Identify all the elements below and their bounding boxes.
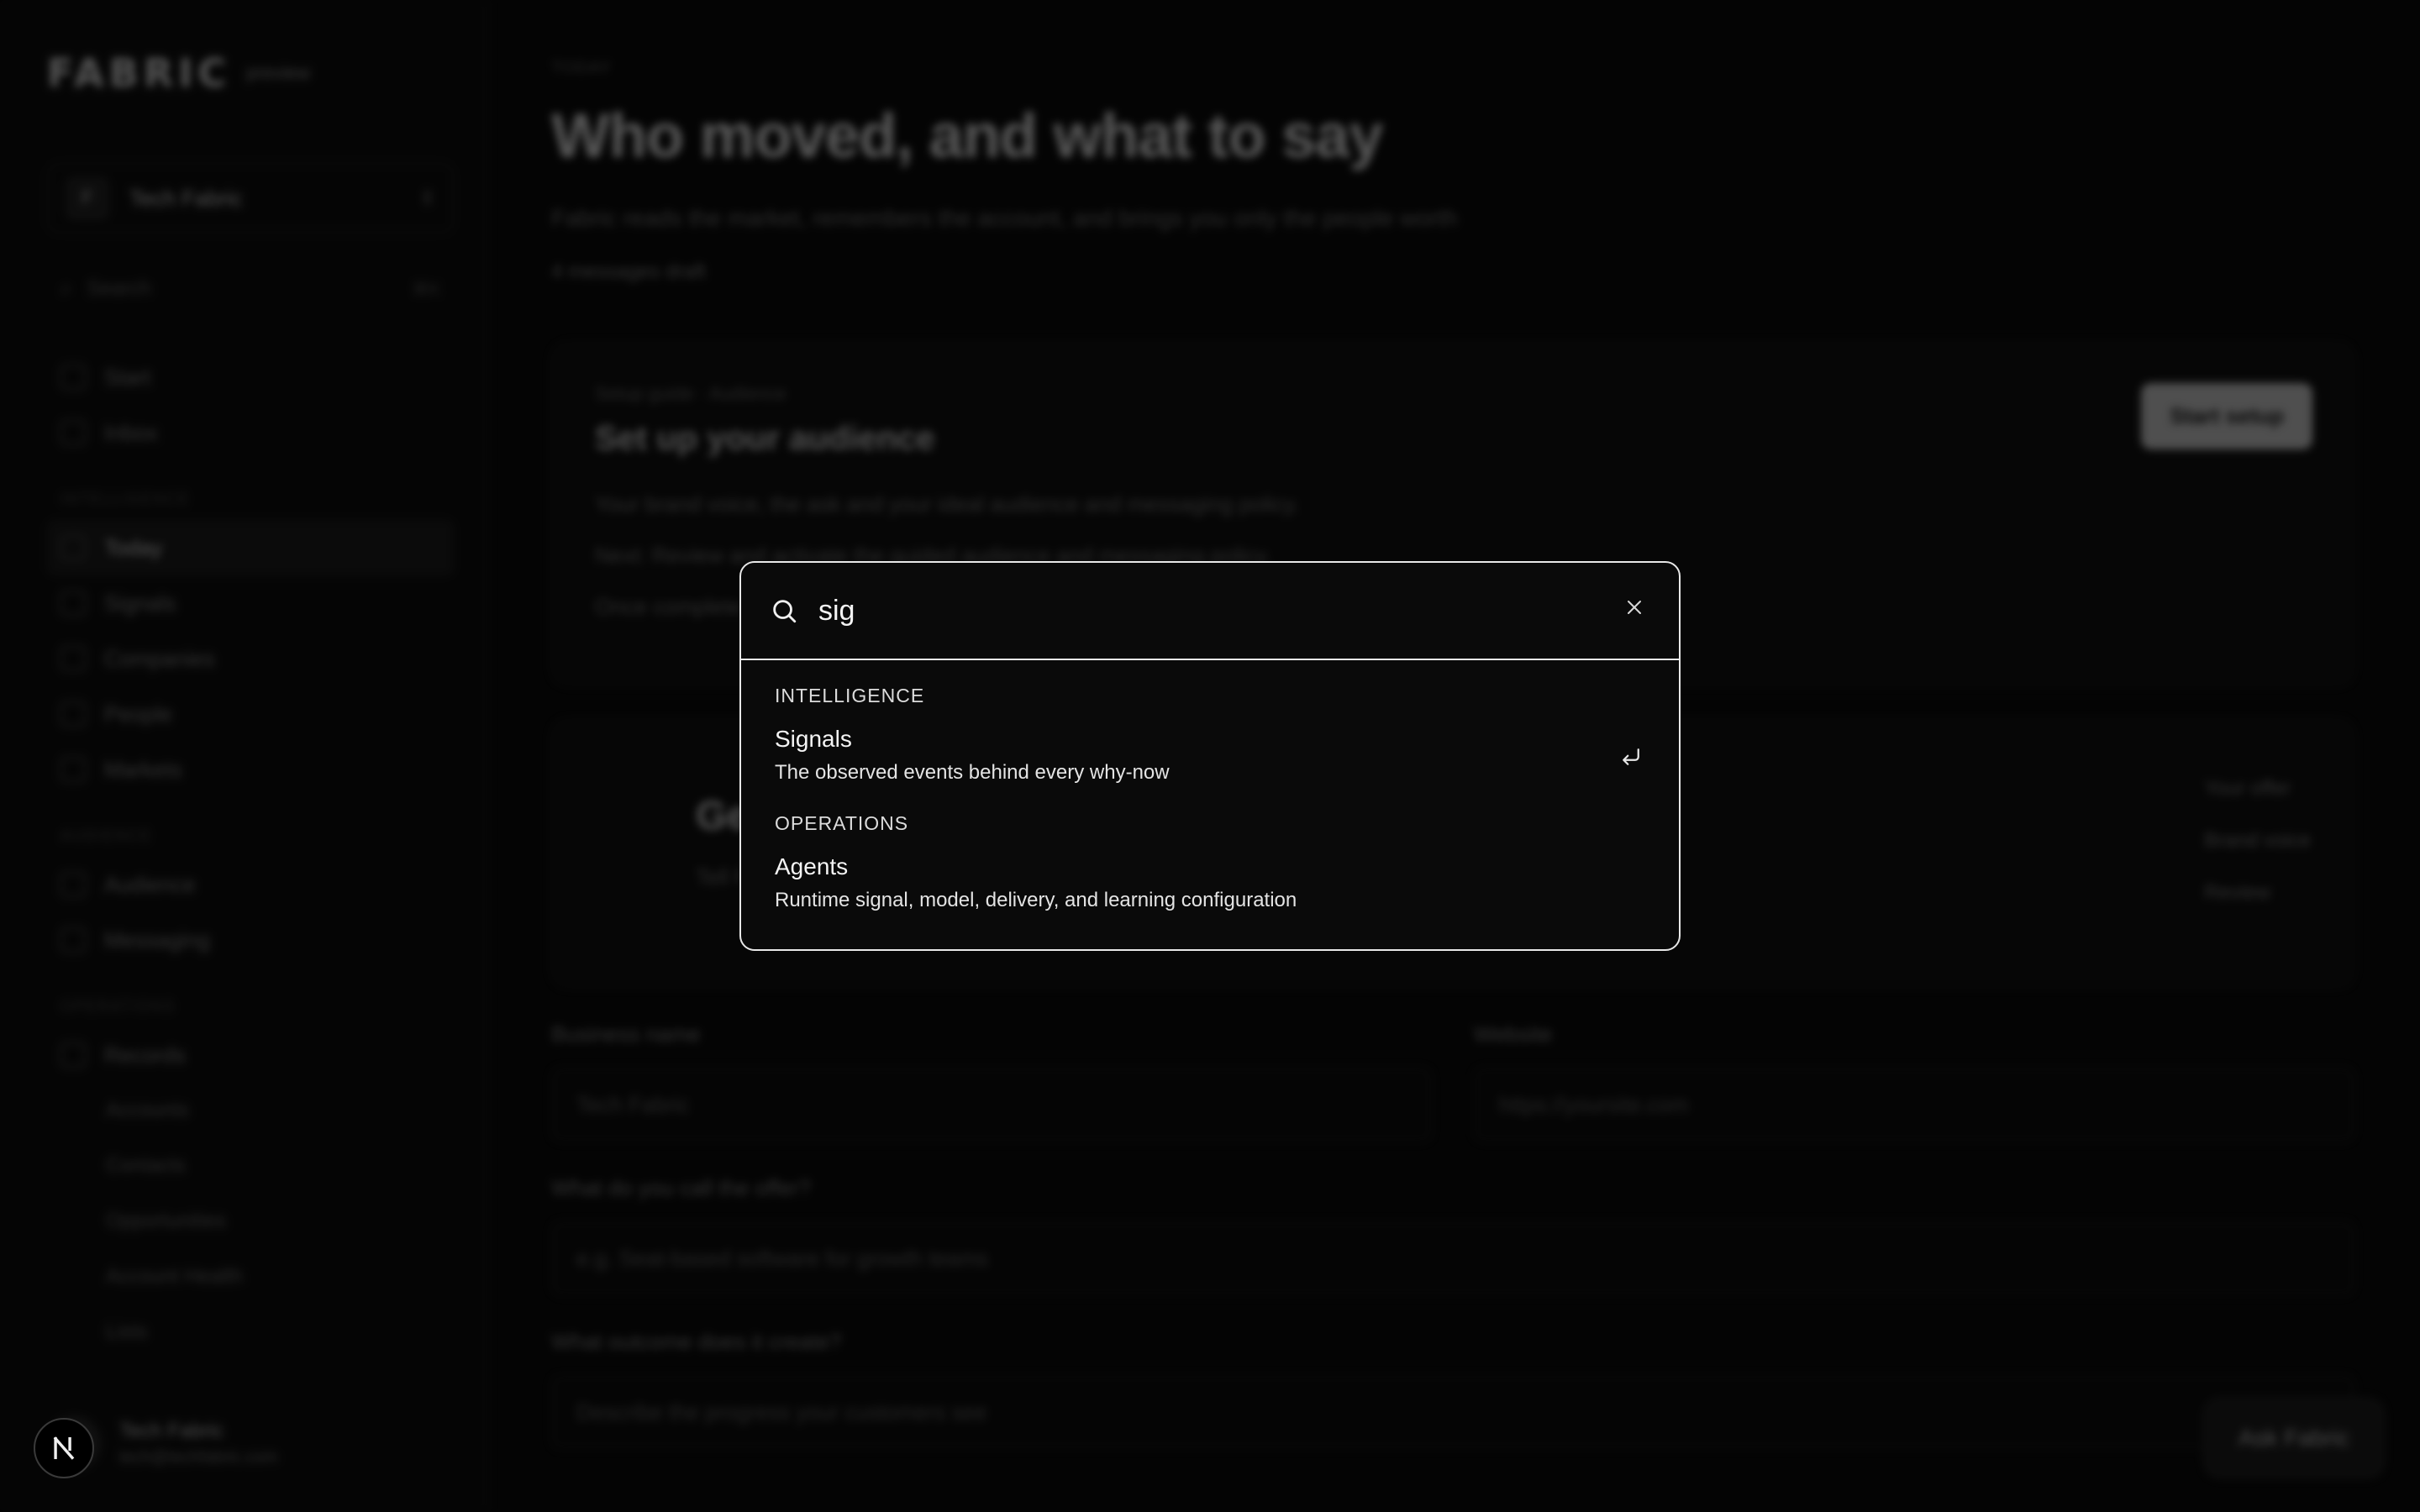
result-item-signals[interactable]: Signals The observed events behind every…	[741, 712, 1679, 806]
result-group-label: OPERATIONS	[775, 811, 909, 834]
result-description: Runtime signal, model, delivery, and lea…	[775, 889, 1297, 911]
enter-key-icon	[1623, 748, 1639, 765]
command-results: INTELLIGENCE Signals The observed events…	[741, 660, 1679, 934]
result-description: The observed events behind every why-now	[775, 761, 1170, 784]
dev-tools-badge[interactable]	[34, 1418, 94, 1478]
result-title: Agents	[775, 853, 849, 879]
command-search-input[interactable]	[818, 594, 1620, 627]
command-palette: INTELLIGENCE Signals The observed events…	[739, 561, 1681, 951]
search-icon	[773, 600, 797, 623]
command-palette-header	[741, 563, 1679, 660]
close-button[interactable]	[1620, 593, 1649, 622]
result-item-agents[interactable]: Agents Runtime signal, model, delivery, …	[741, 840, 1679, 934]
n-logo-icon	[53, 1436, 75, 1460]
result-title: Signals	[775, 726, 852, 752]
close-icon	[1628, 601, 1641, 614]
result-group-label: INTELLIGENCE	[775, 684, 925, 706]
